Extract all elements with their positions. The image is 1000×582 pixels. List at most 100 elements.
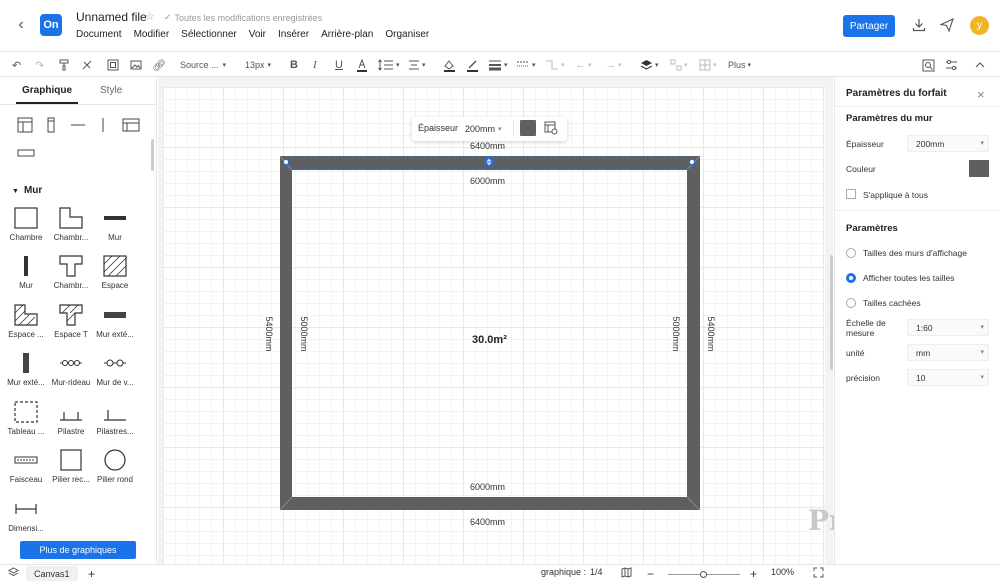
avatar[interactable]: y xyxy=(970,16,989,35)
canvas-vertical-scrollbar[interactable] xyxy=(830,255,833,370)
shape-mur-exterieur[interactable]: Mur exté... xyxy=(93,302,137,346)
page-tab-canvas1[interactable]: Canvas1 xyxy=(26,566,78,581)
zoom-slider-thumb[interactable] xyxy=(700,571,707,578)
shape-chambre-t[interactable]: Chambr... xyxy=(49,253,93,297)
scale-select[interactable]: 1:60 ▾ xyxy=(907,319,989,336)
underline-icon[interactable]: U xyxy=(335,57,343,73)
shape-pilastre[interactable]: Pilastre xyxy=(49,399,93,443)
shape-mur-vertical[interactable]: Mur xyxy=(4,253,48,297)
column-shape-icon[interactable] xyxy=(45,117,57,136)
unit-select[interactable]: mm ▾ xyxy=(907,344,989,361)
download-icon[interactable] xyxy=(911,17,927,33)
menu-inserer[interactable]: Insérer xyxy=(278,29,309,40)
shape-mur[interactable]: Mur xyxy=(93,205,137,249)
left-panel-scrollbar[interactable] xyxy=(151,139,154,171)
connector-icon[interactable]: ▾ xyxy=(545,57,565,73)
menu-organiser[interactable]: Organiser xyxy=(385,29,429,40)
settings-icon[interactable] xyxy=(945,57,958,73)
line-weight-icon[interactable]: ▾ xyxy=(488,57,508,73)
clear-format-icon[interactable] xyxy=(81,57,93,73)
line-color-icon[interactable] xyxy=(466,57,479,73)
bold-icon[interactable]: B xyxy=(290,57,298,73)
wall-color-swatch[interactable] xyxy=(520,120,536,136)
italic-icon[interactable]: I xyxy=(313,57,317,73)
line-style-icon[interactable]: ▾ xyxy=(516,57,536,73)
menu-modifier[interactable]: Modifier xyxy=(134,29,170,40)
shape-chambre[interactable]: Chambre xyxy=(4,205,48,249)
close-icon[interactable]: × xyxy=(977,87,985,102)
table-shape-icon[interactable] xyxy=(17,117,33,136)
zoom-out-icon[interactable]: − xyxy=(647,567,654,581)
tab-graphique[interactable]: Graphique xyxy=(22,85,72,96)
radio-all-sizes[interactable] xyxy=(846,273,856,283)
file-title[interactable]: Unnamed file xyxy=(76,10,147,24)
shape-espace-l[interactable]: Espace ... xyxy=(4,302,48,346)
zoom-in-icon[interactable]: + xyxy=(750,567,757,581)
collapse-icon[interactable] xyxy=(975,57,985,73)
menu-arriere-plan[interactable]: Arrière-plan xyxy=(321,29,373,40)
menu-document[interactable]: Document xyxy=(76,29,122,40)
panel-shape-icon[interactable] xyxy=(122,117,140,136)
shape-pilier-rectangulaire[interactable]: Pilier rec... xyxy=(49,447,93,491)
position-icon[interactable]: ▾ xyxy=(670,57,688,73)
shape-chambre-l[interactable]: Chambr... xyxy=(49,205,93,249)
more-shapes-button[interactable]: Plus de graphiques xyxy=(20,541,136,559)
section-mur-header[interactable]: ▼ Mur xyxy=(12,185,42,196)
book-icon[interactable] xyxy=(621,567,632,578)
wall-color-picker[interactable] xyxy=(969,160,989,177)
add-page-icon[interactable]: + xyxy=(88,567,95,581)
radio-hidden-sizes[interactable] xyxy=(846,298,856,308)
precision-select[interactable]: 10 ▾ xyxy=(907,369,989,386)
share-button[interactable]: Partager xyxy=(843,15,895,37)
fullscreen-icon[interactable] xyxy=(813,567,824,578)
shape-tableau[interactable]: Tableau ... xyxy=(4,399,48,443)
shape-mur-exterieur-vertical[interactable]: Mur exté... xyxy=(4,350,48,394)
search-replace-icon[interactable] xyxy=(922,57,935,73)
layers-icon[interactable] xyxy=(8,567,19,578)
shape-espace-t[interactable]: Espace T xyxy=(49,302,93,346)
shape-pilastres[interactable]: Pilastres... xyxy=(93,399,137,443)
arrow-end-icon[interactable]: → ▾ xyxy=(605,57,622,73)
apply-all-checkbox[interactable] xyxy=(846,189,856,199)
star-icon[interactable]: ☆ xyxy=(145,10,155,23)
arrow-start-icon[interactable]: ← ▾ xyxy=(575,57,592,73)
font-color-icon[interactable] xyxy=(356,57,368,73)
redo-icon[interactable]: ↷ xyxy=(35,57,44,73)
menu-voir[interactable]: Voir xyxy=(249,29,266,40)
shape-dimension[interactable]: Dimensi... xyxy=(4,496,48,540)
align-icon[interactable]: ▾ xyxy=(408,57,426,73)
tab-style[interactable]: Style xyxy=(100,85,122,96)
menu-selectionner[interactable]: Sélectionner xyxy=(181,29,237,40)
horizontal-line-icon[interactable] xyxy=(70,117,86,136)
caret-icon: ▾ xyxy=(655,62,659,69)
layer-icon[interactable]: ▾ xyxy=(640,57,659,73)
zoom-slider[interactable] xyxy=(668,571,740,578)
more-toolbar-button[interactable]: Plus ▾ xyxy=(728,57,751,73)
format-painter-icon[interactable] xyxy=(58,57,70,73)
shape-espace[interactable]: Espace xyxy=(93,253,137,297)
screenshot-icon[interactable] xyxy=(107,57,119,73)
bar-shape-icon[interactable] xyxy=(17,147,35,161)
line-spacing-icon[interactable]: ▾ xyxy=(378,57,400,73)
undo-icon[interactable]: ↶ xyxy=(12,57,21,73)
shape-mur-de-verre[interactable]: Mur de v... xyxy=(93,350,137,394)
font-family-select[interactable]: Source ... ▾ xyxy=(180,57,232,73)
vertical-line-icon[interactable] xyxy=(98,117,108,136)
zoom-level[interactable]: 100% xyxy=(771,567,794,577)
radio-wall-sizes[interactable] xyxy=(846,248,856,258)
shape-pilier-rond[interactable]: Pilier rond xyxy=(93,447,137,491)
thickness-select[interactable]: 200mm ▾ xyxy=(907,135,989,152)
table-grid-icon[interactable]: ▾ xyxy=(699,57,717,73)
link-icon[interactable]: 🔗︎ xyxy=(152,57,166,73)
shape-mur-rideau[interactable]: Mur-rideau xyxy=(49,350,93,394)
float-thickness-select[interactable]: 200mm ▾ xyxy=(465,121,509,137)
image-icon[interactable] xyxy=(130,57,142,73)
wall-settings-icon[interactable] xyxy=(544,121,558,138)
l-room-icon xyxy=(58,205,84,231)
back-icon[interactable]: ‹ xyxy=(12,16,30,34)
send-icon[interactable] xyxy=(939,17,955,33)
font-size-select[interactable]: 13px ▾ xyxy=(245,57,271,73)
processon-logo[interactable]: On xyxy=(40,14,62,36)
shape-faisceau[interactable]: Faisceau xyxy=(4,447,48,491)
fill-color-icon[interactable] xyxy=(443,57,456,73)
